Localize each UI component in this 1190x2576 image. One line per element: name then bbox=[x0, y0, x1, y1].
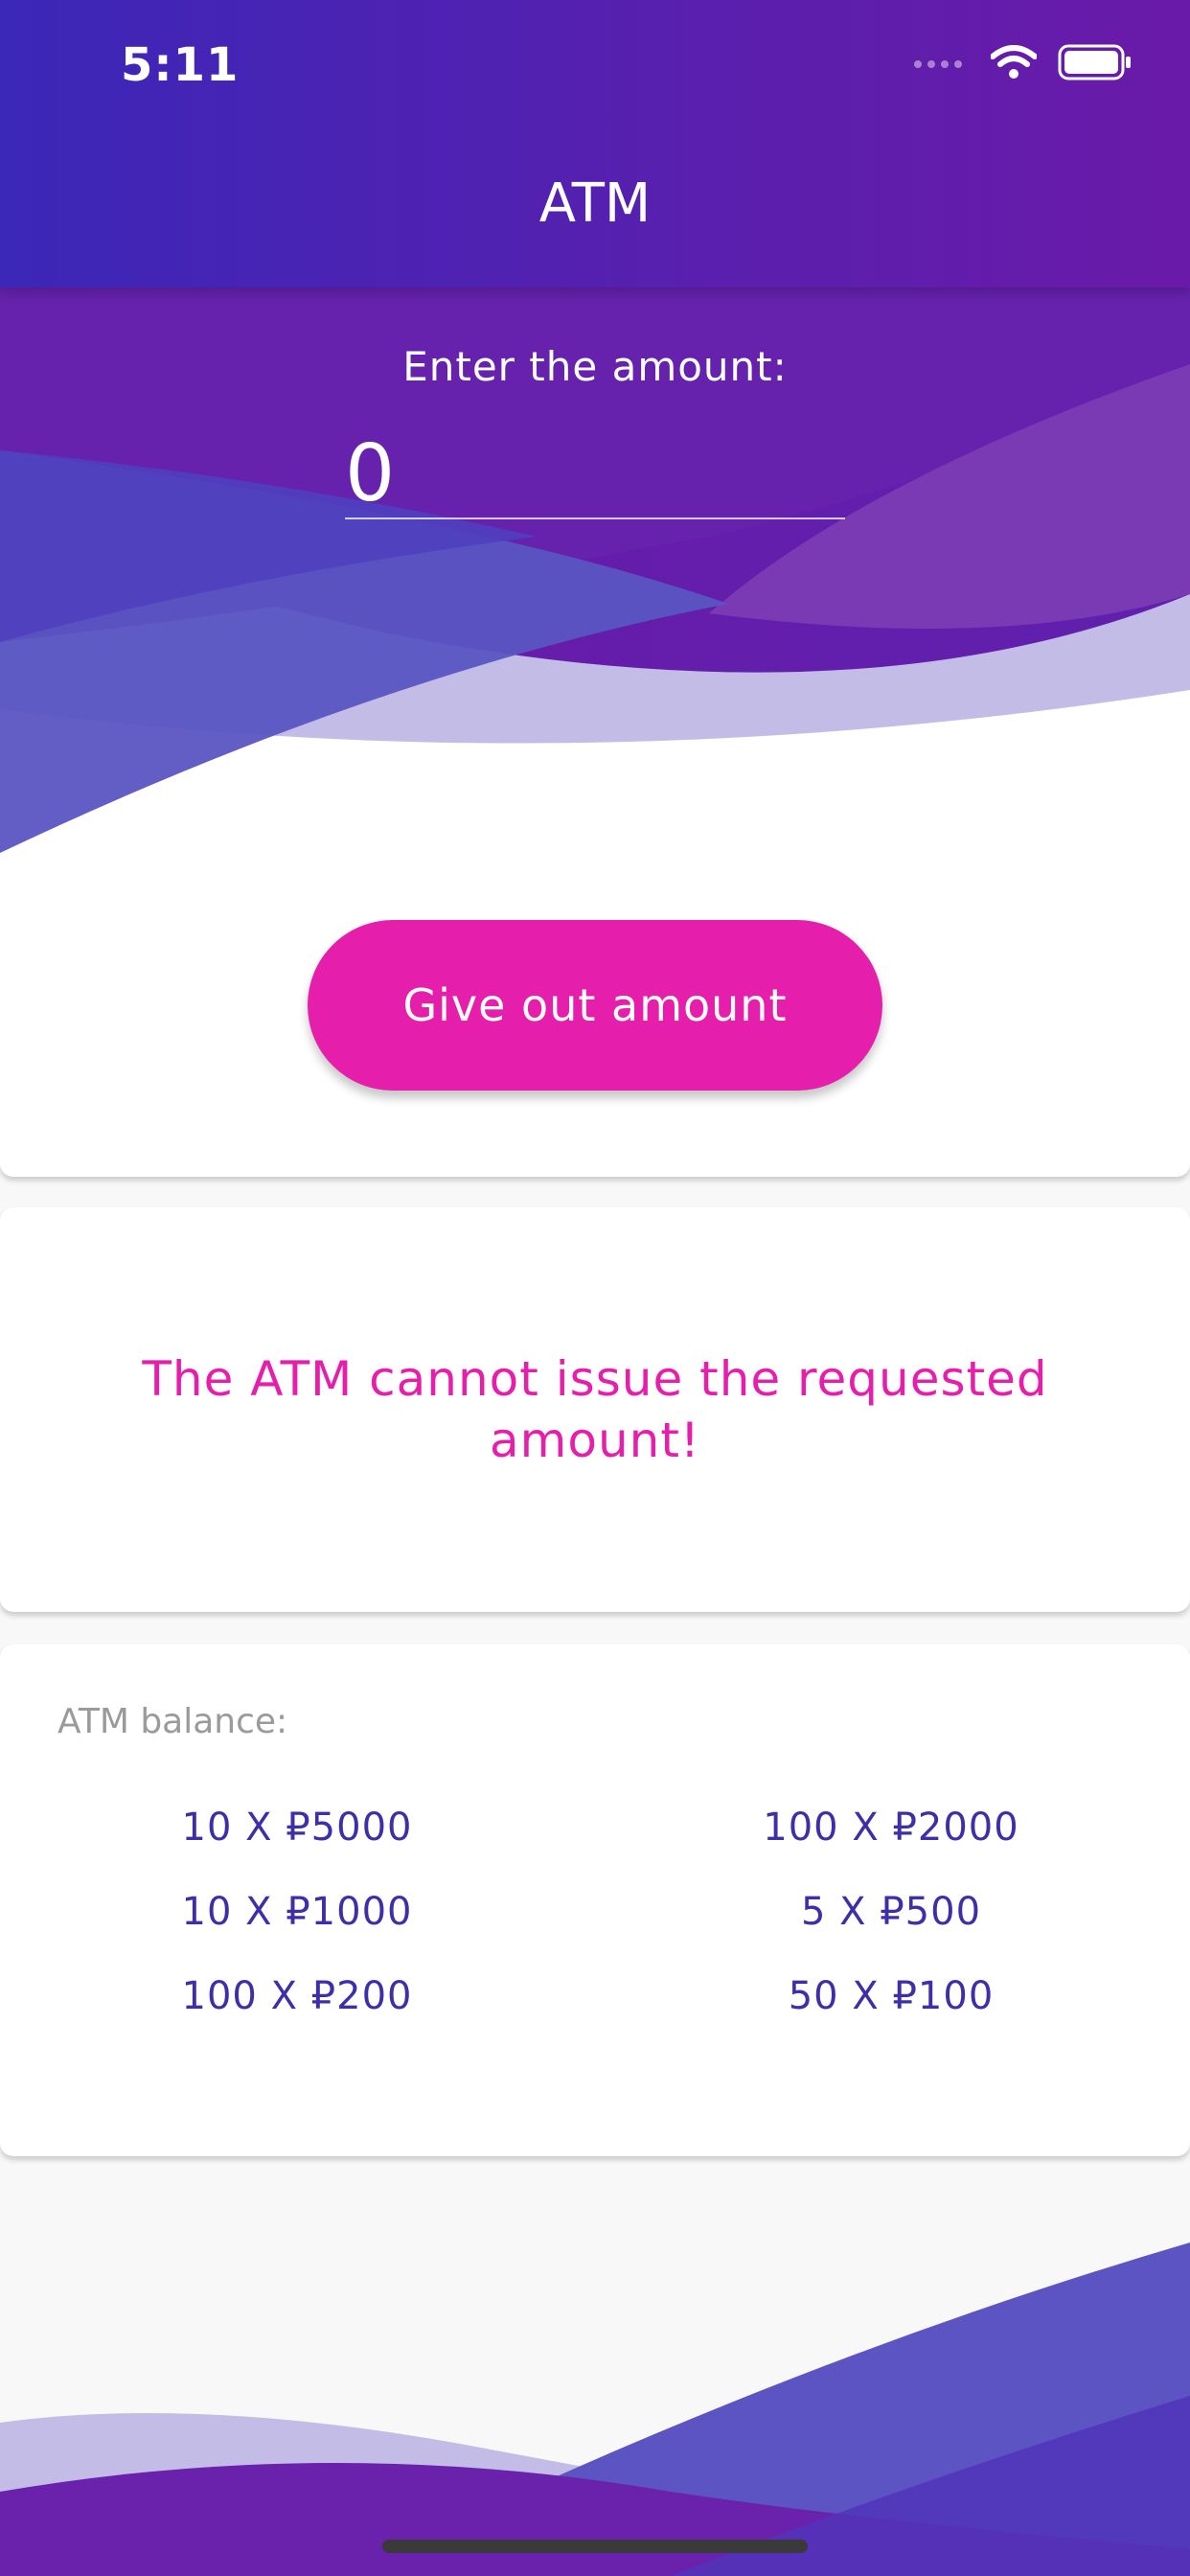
amount-input[interactable] bbox=[345, 429, 845, 519]
balance-item: 100 X ₽200 bbox=[181, 1974, 413, 2018]
amount-card: Enter the amount: Give out amount bbox=[0, 288, 1190, 1177]
give-out-button[interactable]: Give out amount bbox=[308, 920, 882, 1091]
page-title: ATM bbox=[538, 172, 652, 235]
signal-icon bbox=[914, 60, 962, 68]
home-indicator[interactable] bbox=[382, 2540, 808, 2553]
wifi-icon bbox=[991, 45, 1037, 79]
status-icons bbox=[912, 44, 1133, 80]
balance-label: ATM balance: bbox=[57, 1702, 288, 1741]
battery-icon bbox=[1058, 44, 1131, 80]
status-time: 5:11 bbox=[121, 38, 240, 92]
balance-item: 10 X ₽1000 bbox=[181, 1890, 413, 1934]
error-message: The ATM cannot issue the requested amoun… bbox=[142, 1351, 1048, 1468]
balance-item: 5 X ₽500 bbox=[800, 1890, 982, 1934]
balance-item: 10 X ₽5000 bbox=[181, 1806, 413, 1850]
amount-prompt: Enter the amount: bbox=[402, 343, 788, 390]
balance-item: 50 X ₽100 bbox=[788, 1974, 995, 2018]
footer-waves bbox=[0, 2242, 1190, 2576]
app-bar: 5:11 ATM bbox=[0, 0, 1190, 288]
balance-card: ATM balance: 10 X ₽5000 100 X ₽2000 10 X… bbox=[0, 1644, 1190, 2156]
message-card: The ATM cannot issue the requested amoun… bbox=[0, 1208, 1190, 1612]
balance-item: 100 X ₽2000 bbox=[763, 1806, 1019, 1850]
